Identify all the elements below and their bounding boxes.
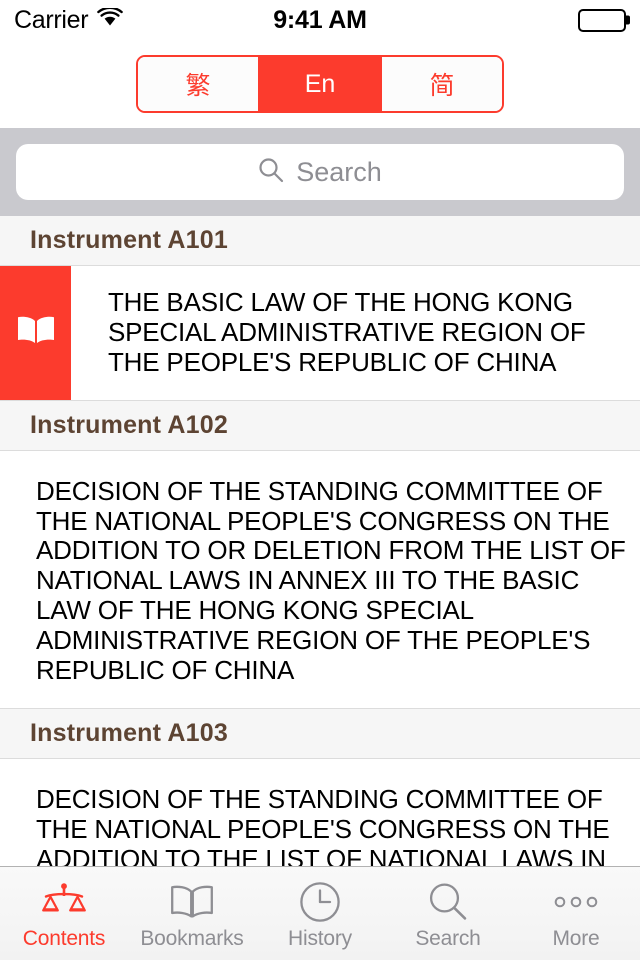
tab-label: Search <box>415 927 481 950</box>
status-bar: Carrier 9:41 AM <box>0 0 640 40</box>
language-switcher-bar: 繁 En 简 <box>0 40 640 128</box>
tab-contents[interactable]: Contents <box>0 867 128 960</box>
list-item[interactable]: DECISION OF THE STANDING COMMITTEE OF TH… <box>0 758 640 866</box>
instrument-list[interactable]: Instrument A101 THE BASIC LAW OF THE HON… <box>0 216 640 866</box>
instrument-icon-badge <box>0 266 71 400</box>
tab-label: Contents <box>22 927 106 950</box>
tab-history[interactable]: History <box>256 867 384 960</box>
status-bar-right <box>578 8 626 32</box>
clock-icon <box>299 880 341 924</box>
section-header-a103: Instrument A103 <box>0 707 640 759</box>
search-icon <box>427 880 469 924</box>
section-header-a102: Instrument A102 <box>0 399 640 451</box>
segment-english[interactable]: En <box>260 57 382 111</box>
status-bar-left: Carrier <box>14 5 124 35</box>
battery-full-icon <box>578 8 626 32</box>
list-item[interactable]: DECISION OF THE STANDING COMMITTEE OF TH… <box>0 450 640 708</box>
tab-label: History <box>288 927 352 950</box>
tab-more[interactable]: More <box>512 867 640 960</box>
instrument-title: DECISION OF THE STANDING COMMITTEE OF TH… <box>36 475 626 686</box>
open-book-icon <box>168 880 216 924</box>
list-item[interactable]: THE BASIC LAW OF THE HONG KONG SPECIAL A… <box>0 266 640 400</box>
instrument-title: THE BASIC LAW OF THE HONG KONG SPECIAL A… <box>108 287 586 377</box>
scales-of-justice-icon <box>41 880 87 924</box>
language-segmented-control[interactable]: 繁 En 简 <box>136 55 504 113</box>
search-placeholder: Search <box>296 156 382 187</box>
search-bar: Search <box>0 128 640 216</box>
tab-label: More <box>552 927 600 950</box>
ellipsis-icon <box>552 880 600 924</box>
tab-bookmarks[interactable]: Bookmarks <box>128 867 256 960</box>
search-input[interactable]: Search <box>16 144 624 200</box>
instrument-title: DECISION OF THE STANDING COMMITTEE OF TH… <box>36 783 610 866</box>
app-screen: Carrier 9:41 AM 繁 En 简 Search Instrument… <box>0 0 640 960</box>
tab-label: Bookmarks <box>140 927 244 950</box>
segment-simplified[interactable]: 简 <box>382 57 502 111</box>
section-header-a101: Instrument A101 <box>0 216 640 266</box>
segment-traditional[interactable]: 繁 <box>138 57 260 111</box>
tab-search[interactable]: Search <box>384 867 512 960</box>
open-book-icon <box>14 313 58 352</box>
carrier-label: Carrier <box>14 5 89 34</box>
search-icon <box>258 157 284 188</box>
wifi-icon <box>97 6 124 32</box>
tab-bar: Contents Bookmarks History Search More <box>0 866 640 960</box>
